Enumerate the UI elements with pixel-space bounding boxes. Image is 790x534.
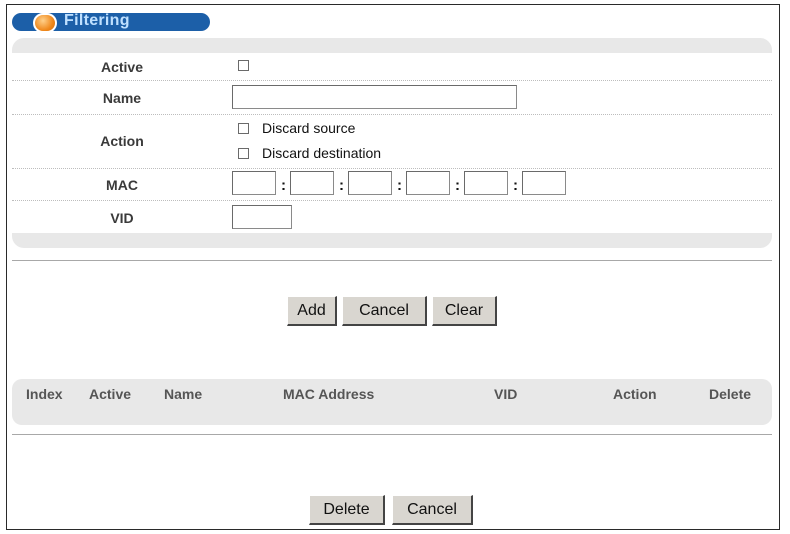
discard-source-label: Discard source [262, 120, 356, 136]
mac-separator: : [281, 177, 286, 194]
cancel-button[interactable]: Cancel [342, 296, 427, 326]
add-button[interactable]: Add [287, 296, 337, 326]
discard-source-checkbox[interactable] [238, 123, 249, 134]
column-header-action: Action [613, 386, 657, 402]
divider [12, 434, 772, 435]
form-body: Active Name Action Discard source Discar… [12, 53, 772, 233]
mac-row: MAC : : : : : [12, 169, 772, 201]
name-label: Name [102, 90, 142, 106]
active-checkbox[interactable] [238, 60, 249, 71]
active-row: Active [12, 53, 772, 81]
mac-separator: : [455, 177, 460, 194]
discard-destination-label: Discard destination [262, 145, 382, 161]
mac-separator: : [513, 177, 518, 194]
delete-button[interactable]: Delete [309, 495, 385, 525]
name-row: Name [12, 81, 772, 115]
divider [12, 260, 772, 261]
discard-destination-checkbox[interactable] [238, 148, 249, 159]
mac-label: MAC [106, 177, 138, 193]
mac-separator: : [397, 177, 402, 194]
column-header-index: Index [26, 386, 63, 402]
cancel-delete-button[interactable]: Cancel [392, 495, 473, 525]
clear-button[interactable]: Clear [432, 296, 497, 326]
column-header-vid: VID [494, 386, 518, 402]
mac-octet-5-input[interactable] [464, 171, 508, 195]
mac-separator: : [339, 177, 344, 194]
mac-octet-4-input[interactable] [406, 171, 450, 195]
name-input[interactable] [232, 85, 517, 109]
mac-octet-3-input[interactable] [348, 171, 392, 195]
column-header-active: Active [89, 386, 132, 402]
vid-row: VID [12, 201, 772, 233]
action-label: Action [100, 133, 144, 149]
column-header-mac-address: MAC Address [283, 386, 375, 402]
column-header-name: Name [164, 386, 203, 402]
mac-octet-6-input[interactable] [522, 171, 566, 195]
action-row: Action Discard source Discard destinatio… [12, 115, 772, 169]
column-header-delete: Delete [709, 386, 752, 402]
active-label: Active [100, 59, 144, 75]
vid-input[interactable] [232, 205, 292, 229]
orb-icon [33, 13, 57, 33]
page-title: Filtering [64, 12, 130, 29]
mac-octet-1-input[interactable] [232, 171, 276, 195]
vid-label: VID [110, 210, 134, 226]
mac-octet-2-input[interactable] [290, 171, 334, 195]
